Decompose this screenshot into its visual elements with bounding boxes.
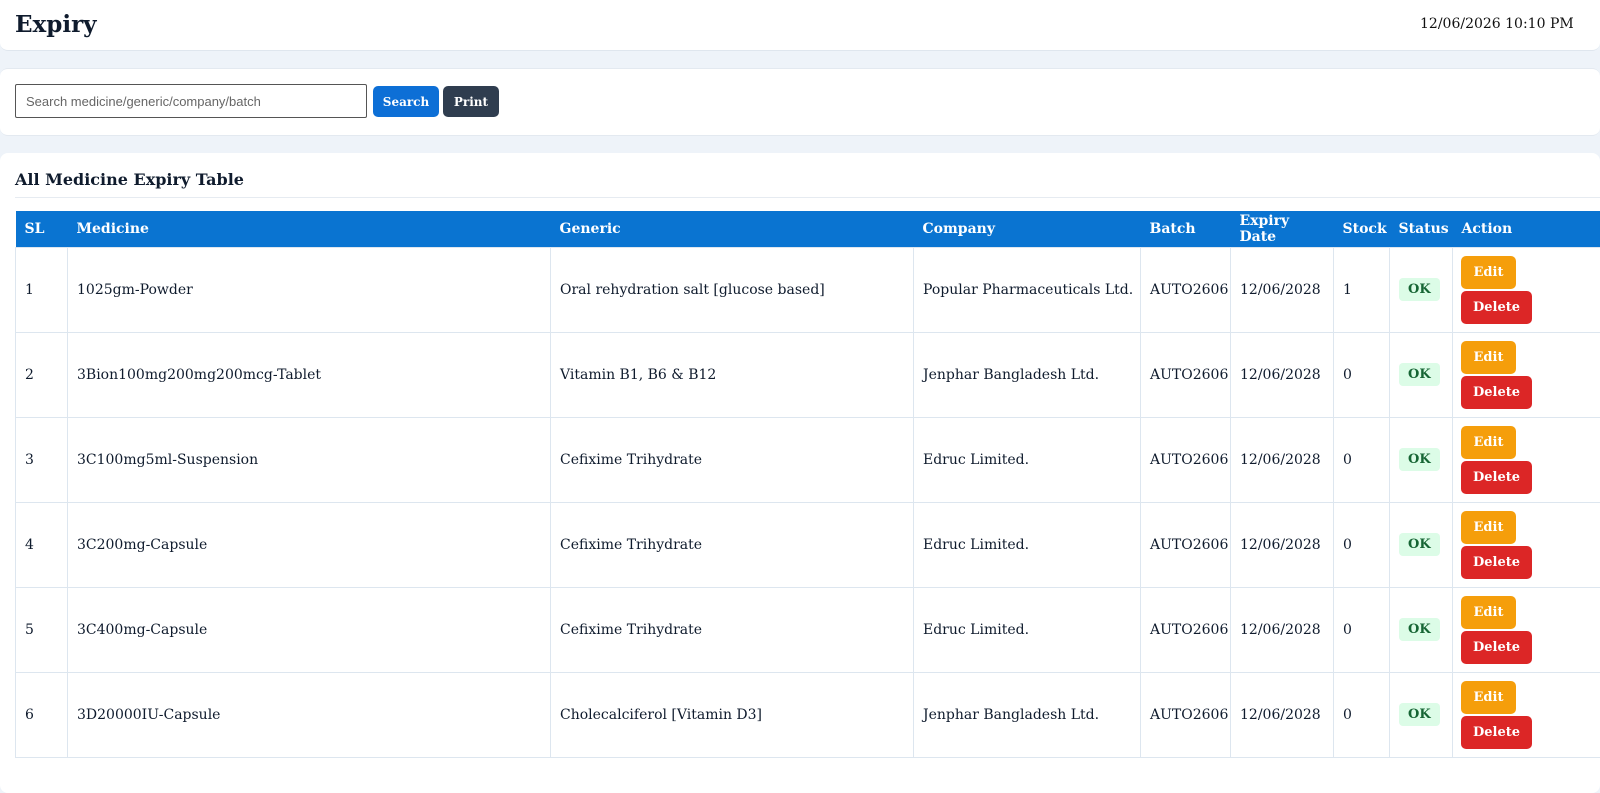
cell-status: OK [1390,247,1453,332]
cell-expiry-date: 12/06/2028 [1231,332,1334,417]
delete-button[interactable]: Delete [1461,631,1532,664]
column-header-batch[interactable]: Batch [1141,211,1231,247]
search-panel: Search Print [0,68,1600,136]
table-header-row: SL Medicine Generic Company Batch Expiry… [16,211,1600,247]
edit-button[interactable]: Edit [1461,426,1516,459]
print-button[interactable]: Print [443,86,499,117]
cell-sl: 6 [16,672,68,757]
table-title: All Medicine Expiry Table [15,170,244,189]
edit-button[interactable]: Edit [1461,256,1516,289]
delete-button[interactable]: Delete [1461,291,1532,324]
cell-medicine: 3D20000IU-Capsule [68,672,551,757]
cell-stock: 1 [1334,247,1390,332]
search-input[interactable] [15,84,367,118]
search-button[interactable]: Search [373,86,439,117]
cell-medicine: 1025gm-Powder [68,247,551,332]
edit-button[interactable]: Edit [1461,681,1516,714]
column-header-medicine[interactable]: Medicine [68,211,551,247]
status-badge: OK [1399,618,1440,641]
cell-generic: Cefixime Trihydrate [551,417,914,502]
status-badge: OK [1399,363,1440,386]
cell-action: Edit Delete [1453,247,1600,332]
cell-generic: Oral rehydration salt [glucose based] [551,247,914,332]
cell-generic: Cefixime Trihydrate [551,502,914,587]
page-title: Expiry [15,11,97,38]
column-header-expiry-date[interactable]: Expiry Date [1231,211,1334,247]
cell-stock: 0 [1334,672,1390,757]
cell-batch: AUTO2606 [1141,247,1231,332]
cell-action: Edit Delete [1453,672,1600,757]
delete-button[interactable]: Delete [1461,461,1532,494]
cell-sl: 1 [16,247,68,332]
column-header-sl[interactable]: SL [16,211,68,247]
cell-action: Edit Delete [1453,417,1600,502]
cell-company: Edruc Limited. [914,587,1141,672]
edit-button[interactable]: Edit [1461,596,1516,629]
cell-expiry-date: 12/06/2028 [1231,247,1334,332]
column-header-company[interactable]: Company [914,211,1141,247]
cell-sl: 4 [16,502,68,587]
status-badge: OK [1399,533,1440,556]
cell-company: Popular Pharmaceuticals Ltd. [914,247,1141,332]
cell-expiry-date: 12/06/2028 [1231,502,1334,587]
edit-button[interactable]: Edit [1461,511,1516,544]
cell-status: OK [1390,672,1453,757]
cell-batch: AUTO2606 [1141,672,1231,757]
table-row: 4 3C200mg-Capsule Cefixime Trihydrate Ed… [16,502,1600,587]
cell-stock: 0 [1334,332,1390,417]
cell-medicine: 3C100mg5ml-Suspension [68,417,551,502]
cell-expiry-date: 12/06/2028 [1231,672,1334,757]
cell-stock: 0 [1334,417,1390,502]
cell-medicine: 3Bion100mg200mg200mcg-Tablet [68,332,551,417]
cell-medicine: 3C400mg-Capsule [68,587,551,672]
cell-company: Jenphar Bangladesh Ltd. [914,672,1141,757]
cell-company: Jenphar Bangladesh Ltd. [914,332,1141,417]
cell-medicine: 3C200mg-Capsule [68,502,551,587]
status-badge: OK [1399,703,1440,726]
expiry-table-panel: All Medicine Expiry Table SL Medicine Ge… [0,153,1600,793]
cell-batch: AUTO2606 [1141,332,1231,417]
cell-status: OK [1390,332,1453,417]
cell-company: Edruc Limited. [914,417,1141,502]
cell-stock: 0 [1334,502,1390,587]
cell-company: Edruc Limited. [914,502,1141,587]
delete-button[interactable]: Delete [1461,376,1532,409]
table-row: 1 1025gm-Powder Oral rehydration salt [g… [16,247,1600,332]
cell-status: OK [1390,587,1453,672]
delete-button[interactable]: Delete [1461,716,1532,749]
cell-sl: 3 [16,417,68,502]
edit-button[interactable]: Edit [1461,341,1516,374]
divider [15,197,1600,198]
expiry-table: SL Medicine Generic Company Batch Expiry… [15,211,1600,758]
table-row: 3 3C100mg5ml-Suspension Cefixime Trihydr… [16,417,1600,502]
status-badge: OK [1399,448,1440,471]
cell-status: OK [1390,417,1453,502]
cell-action: Edit Delete [1453,332,1600,417]
table-row: 6 3D20000IU-Capsule Cholecalciferol [Vit… [16,672,1600,757]
cell-sl: 5 [16,587,68,672]
table-row: 5 3C400mg-Capsule Cefixime Trihydrate Ed… [16,587,1600,672]
cell-sl: 2 [16,332,68,417]
cell-generic: Vitamin B1, B6 & B12 [551,332,914,417]
cell-batch: AUTO2606 [1141,502,1231,587]
cell-batch: AUTO2606 [1141,417,1231,502]
table-row: 2 3Bion100mg200mg200mcg-Tablet Vitamin B… [16,332,1600,417]
cell-status: OK [1390,502,1453,587]
cell-generic: Cefixime Trihydrate [551,587,914,672]
cell-action: Edit Delete [1453,587,1600,672]
column-header-action: Action [1453,211,1600,247]
cell-generic: Cholecalciferol [Vitamin D3] [551,672,914,757]
cell-stock: 0 [1334,587,1390,672]
top-bar: Expiry 12/06/2026 10:10 PM [0,0,1600,51]
column-header-status[interactable]: Status [1390,211,1453,247]
status-badge: OK [1399,278,1440,301]
column-header-generic[interactable]: Generic [551,211,914,247]
delete-button[interactable]: Delete [1461,546,1532,579]
column-header-stock[interactable]: Stock [1334,211,1390,247]
cell-batch: AUTO2606 [1141,587,1231,672]
cell-expiry-date: 12/06/2028 [1231,417,1334,502]
cell-expiry-date: 12/06/2028 [1231,587,1334,672]
current-datetime: 12/06/2026 10:10 PM [1420,16,1574,32]
cell-action: Edit Delete [1453,502,1600,587]
